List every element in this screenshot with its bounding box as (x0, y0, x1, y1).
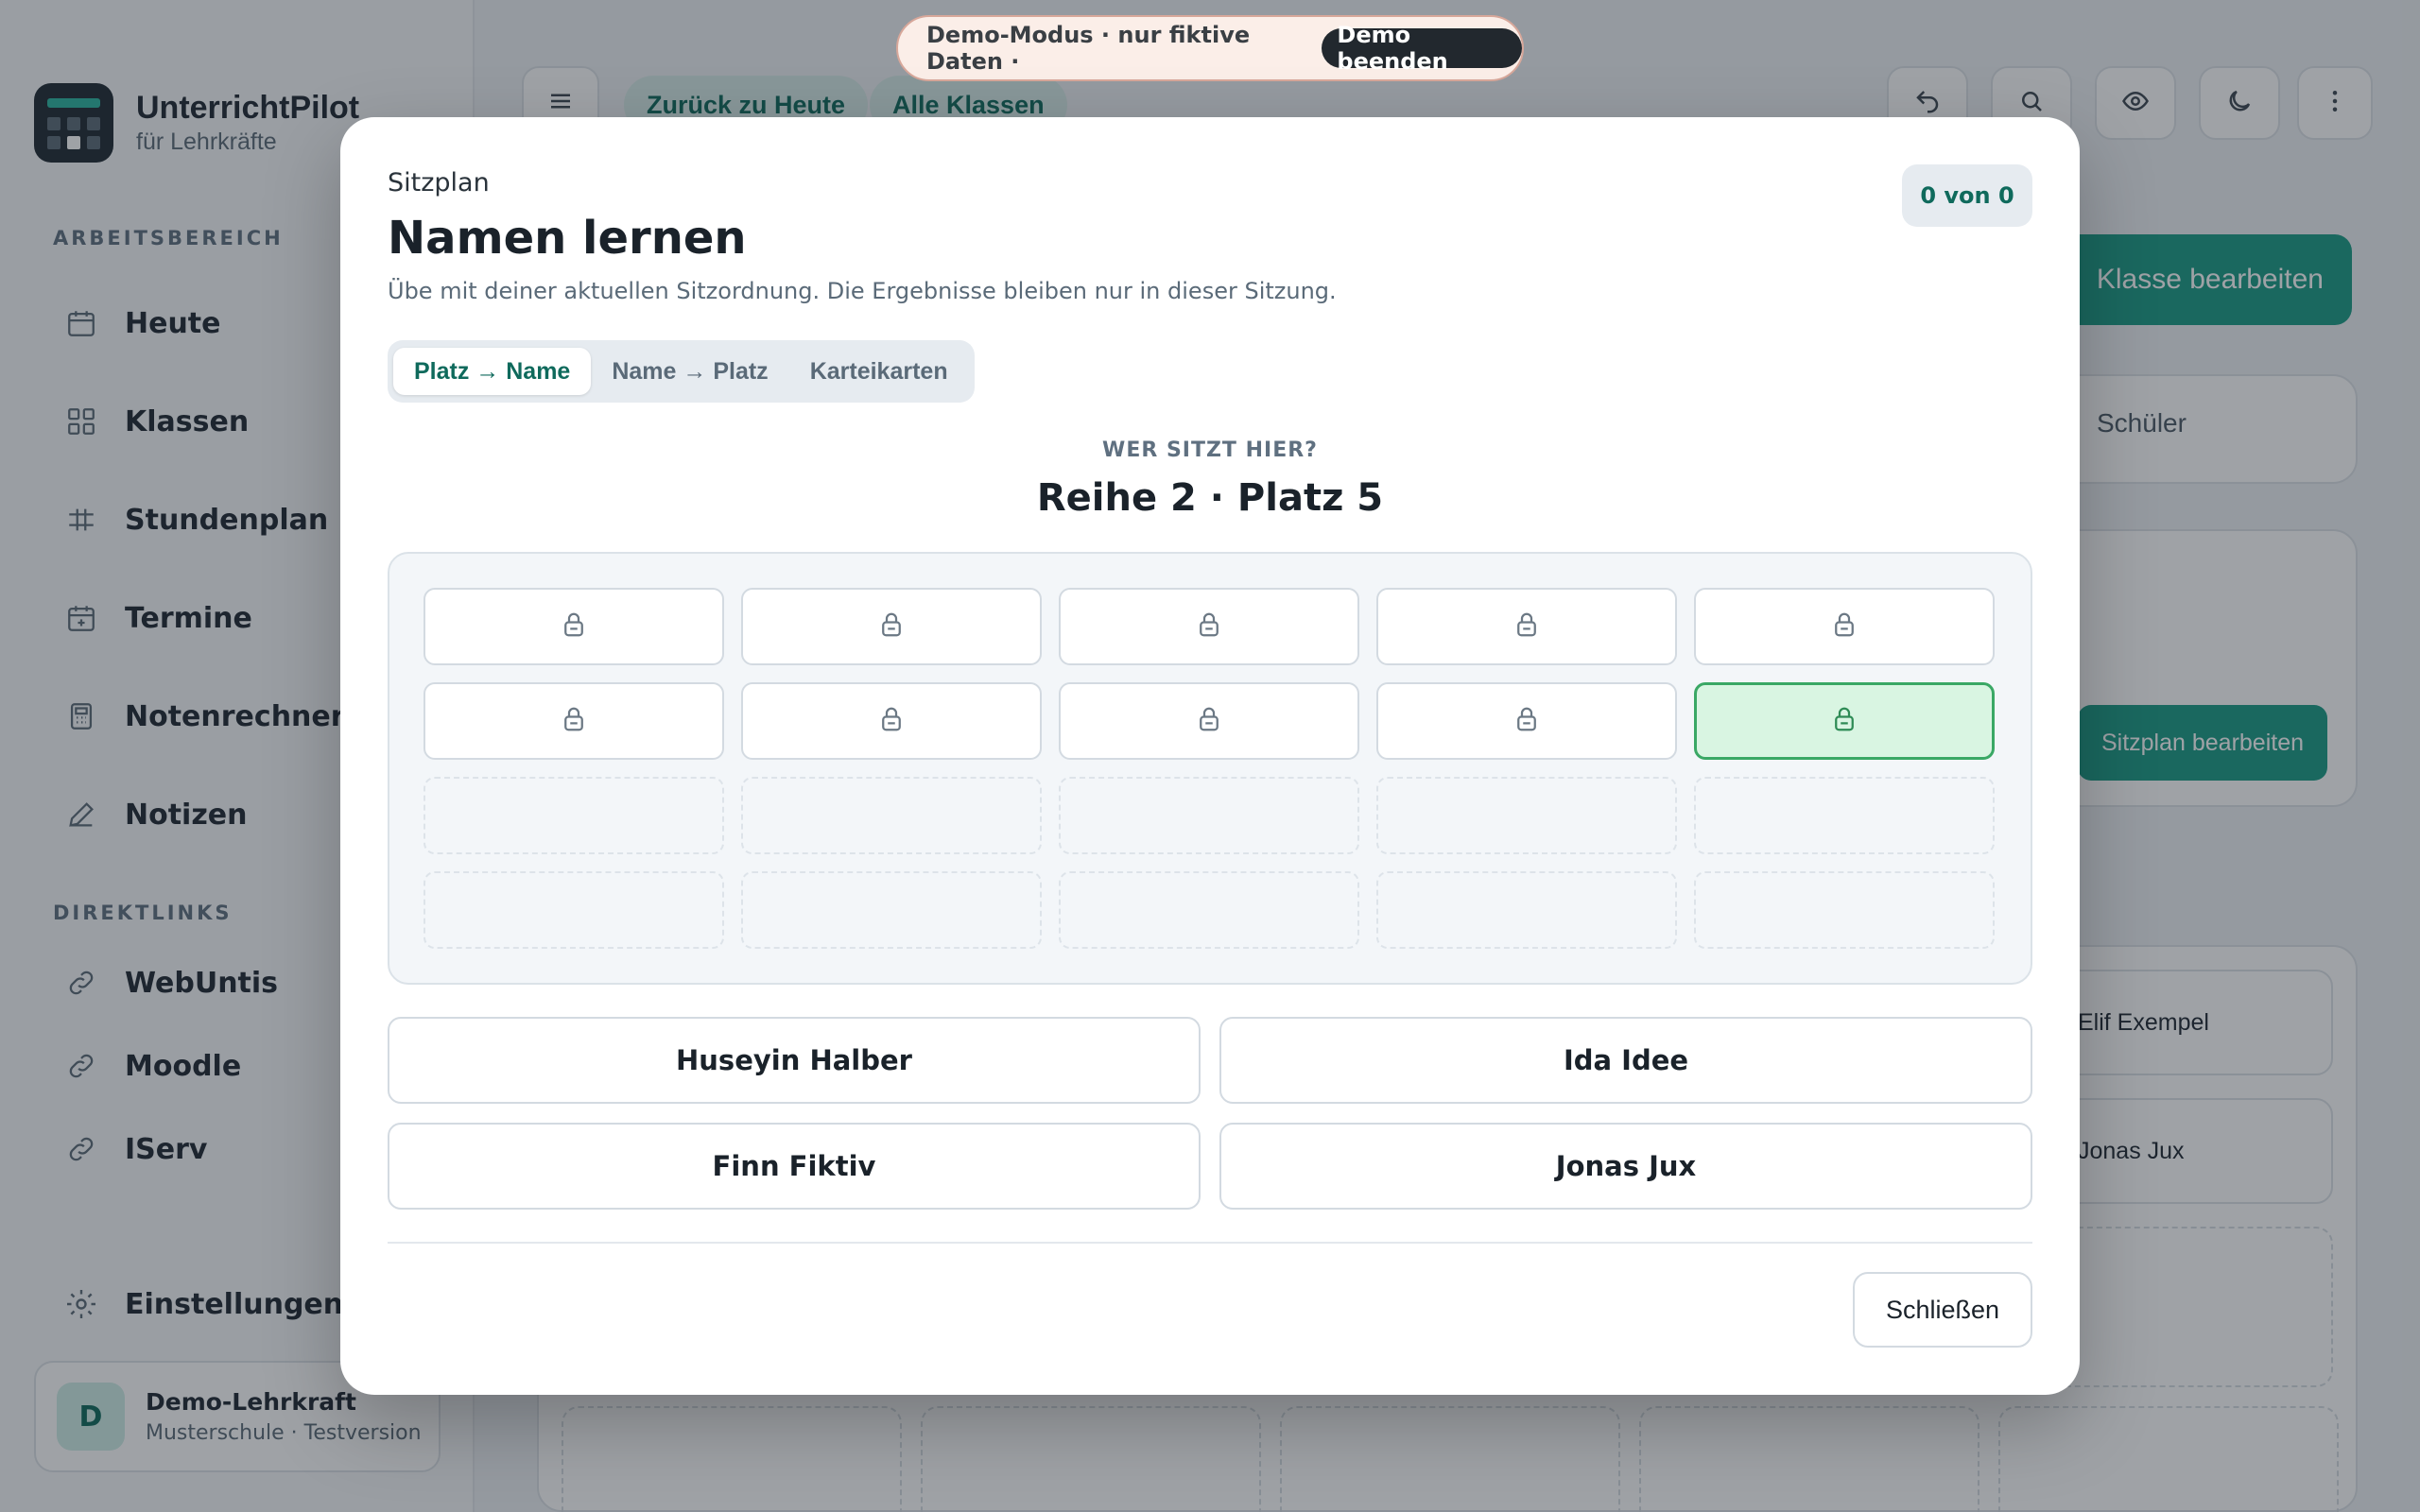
lock-icon (1512, 610, 1541, 643)
mode-name-to-seat[interactable]: Name → Platz (591, 348, 788, 395)
dialog-eyebrow: Sitzplan (388, 168, 490, 198)
question-seat: Reihe 2 · Platz 5 (1036, 476, 1384, 520)
seat[interactable] (424, 588, 724, 665)
end-demo-button[interactable]: Demo beenden (1322, 22, 1522, 75)
seat-empty (1059, 871, 1359, 949)
question-label: WER SITZT HIER? (1102, 438, 1318, 462)
answer-option[interactable]: Finn Fiktiv (388, 1123, 1201, 1210)
dialog-subtitle: Übe mit deiner aktuellen Sitzordnung. Di… (388, 278, 1337, 304)
lock-icon (877, 705, 906, 737)
lock-icon (1830, 705, 1858, 737)
lock-icon (877, 610, 906, 643)
answer-option[interactable]: Jonas Jux (1219, 1123, 2032, 1210)
lock-icon (1195, 705, 1223, 737)
seat-current[interactable] (1694, 682, 1995, 760)
seat[interactable] (1059, 588, 1359, 665)
seat-empty (1376, 777, 1677, 854)
seat[interactable] (1376, 682, 1677, 760)
seat-empty (741, 871, 1042, 949)
mode-seat-to-name[interactable]: Platz → Name (393, 348, 592, 395)
seat-empty (741, 777, 1042, 854)
seat[interactable] (1376, 588, 1677, 665)
answer-option[interactable]: Ida Idee (1219, 1017, 2032, 1104)
lock-icon (560, 610, 588, 643)
seat-empty (1694, 871, 1995, 949)
seat-empty (424, 777, 724, 854)
lock-icon (560, 705, 588, 737)
seat-empty (1059, 777, 1359, 854)
lock-icon (1830, 610, 1858, 643)
mode-switch: Platz → Name Name → Platz Karteikarten (388, 340, 975, 403)
seat-empty (1376, 871, 1677, 949)
divider (388, 1242, 2032, 1244)
seat[interactable] (424, 682, 724, 760)
learn-names-dialog: Sitzplan Namen lernen Übe mit deiner akt… (340, 117, 2080, 1395)
seat[interactable] (741, 588, 1042, 665)
answer-option[interactable]: Huseyin Halber (388, 1017, 1201, 1104)
demo-banner-text: Demo-Modus · nur fiktive Daten · (926, 22, 1251, 75)
close-button[interactable]: Schließen (1853, 1272, 2032, 1348)
dialog-title: Namen lernen (388, 212, 747, 265)
demo-banner: Demo-Modus · nur fiktive Daten · Demo be… (896, 15, 1524, 81)
seat-empty (424, 871, 724, 949)
score-counter: 0 von 0 (1902, 164, 2032, 227)
seat[interactable] (1694, 588, 1995, 665)
seat[interactable] (1059, 682, 1359, 760)
lock-icon (1512, 705, 1541, 737)
mode-flashcards[interactable]: Karteikarten (789, 348, 969, 395)
seating-chart (388, 552, 2032, 985)
lock-icon (1195, 610, 1223, 643)
seat[interactable] (741, 682, 1042, 760)
seat-empty (1694, 777, 1995, 854)
seat-grid (424, 588, 1995, 949)
answer-options: Huseyin Halber Ida Idee Finn Fiktiv Jona… (388, 1017, 2032, 1210)
